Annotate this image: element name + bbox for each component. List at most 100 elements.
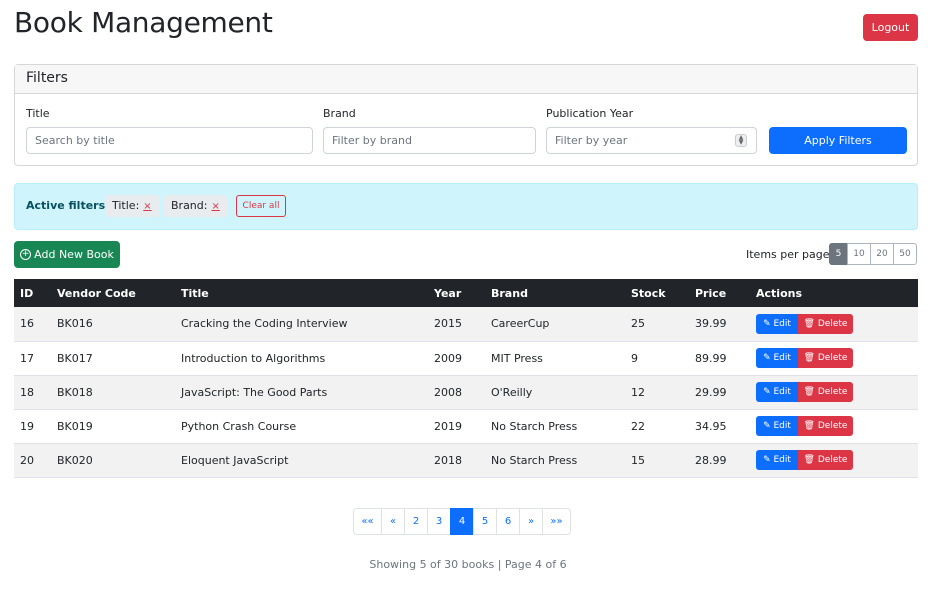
column-header[interactable]: Brand xyxy=(485,279,625,307)
page-6-button[interactable]: 6 xyxy=(496,508,520,535)
cell-price: 34.95 xyxy=(689,409,750,444)
page-3-button[interactable]: 3 xyxy=(427,508,451,535)
pencil-icon: ✎ xyxy=(763,421,771,431)
delete-button[interactable]: 🗑 Delete xyxy=(798,382,853,402)
pencil-icon: ✎ xyxy=(763,455,771,465)
delete-button[interactable]: 🗑 Delete xyxy=(798,313,853,334)
remove-brand-filter-icon[interactable]: × xyxy=(211,201,219,212)
cell-title: Python Crash Course xyxy=(175,409,428,444)
cell-actions: ✎ Edit 🗑 Delete xyxy=(750,307,918,342)
cell-title: Cracking the Coding Interview xyxy=(175,307,428,342)
edit-button[interactable]: ✎ Edit xyxy=(756,382,798,402)
delete-label: Delete xyxy=(817,318,848,329)
cell-id: 16 xyxy=(14,307,51,342)
add-new-book-button[interactable]: + Add New Book xyxy=(14,241,120,268)
cell-id: 17 xyxy=(14,341,51,376)
column-header[interactable]: ID xyxy=(14,279,51,307)
cell-price: 39.99 xyxy=(689,307,750,342)
column-header[interactable]: Year xyxy=(428,279,485,307)
edit-button[interactable]: ✎ Edit xyxy=(756,348,798,368)
table-row: 19 BK019 Python Crash Course 2019 No Sta… xyxy=(14,409,918,444)
next-page-button[interactable]: » xyxy=(519,508,543,535)
chip-label: Brand: xyxy=(171,199,208,212)
cell-stock: 22 xyxy=(625,409,689,444)
edit-label: Edit xyxy=(773,353,791,363)
clear-all-filters-button[interactable]: Clear all xyxy=(236,195,286,217)
page-size-20-button[interactable]: 20 xyxy=(870,243,894,265)
chip-label: Title: xyxy=(112,199,140,212)
edit-label: Edit xyxy=(773,455,791,465)
edit-button[interactable]: ✎ Edit xyxy=(756,450,798,470)
logout-button[interactable]: Logout xyxy=(863,14,918,41)
delete-button[interactable]: 🗑 Delete xyxy=(798,348,853,368)
cell-stock: 12 xyxy=(625,375,689,410)
pencil-icon: ✎ xyxy=(763,318,771,329)
pagination: «« « 2 3 4 5 6 » »» xyxy=(353,508,571,535)
brand-filter-input[interactable] xyxy=(323,127,536,154)
column-header[interactable]: Vendor Code xyxy=(51,279,175,307)
last-page-button[interactable]: »» xyxy=(542,508,571,535)
year-filter-label: Publication Year xyxy=(546,107,634,120)
trash-icon: 🗑 xyxy=(803,387,815,397)
page-5-button[interactable]: 5 xyxy=(473,508,497,535)
cell-brand: MIT Press xyxy=(485,341,625,376)
trash-icon: 🗑 xyxy=(803,421,815,431)
cell-year: 2008 xyxy=(428,375,485,410)
results-summary: Showing 5 of 30 books | Page 4 of 6 xyxy=(369,558,567,571)
cell-vendor-code: BK016 xyxy=(51,307,175,342)
trash-icon: 🗑 xyxy=(803,353,815,363)
items-per-page-group: 5 10 20 50 xyxy=(829,243,917,265)
delete-label: Delete xyxy=(817,353,848,363)
filters-card: Filters Title Brand Publication Year ▲▼ … xyxy=(14,64,918,166)
title-filter-input[interactable] xyxy=(26,127,313,154)
cell-id: 20 xyxy=(14,443,51,478)
cell-price: 29.99 xyxy=(689,375,750,410)
delete-button[interactable]: 🗑 Delete xyxy=(798,416,853,436)
edit-button[interactable]: ✎ Edit xyxy=(756,313,798,334)
table-row: 20 BK020 Eloquent JavaScript 2018 No Sta… xyxy=(14,443,918,478)
cell-price: 28.99 xyxy=(689,443,750,478)
cell-id: 19 xyxy=(14,409,51,444)
remove-title-filter-icon[interactable]: × xyxy=(143,201,151,212)
cell-price: 89.99 xyxy=(689,341,750,376)
filters-heading: Filters xyxy=(15,65,917,94)
cell-vendor-code: BK017 xyxy=(51,341,175,376)
cell-year: 2009 xyxy=(428,341,485,376)
cell-actions: ✎ Edit 🗑 Delete xyxy=(750,375,918,410)
cell-title: Eloquent JavaScript xyxy=(175,443,428,478)
plus-circle-icon: + xyxy=(20,249,32,260)
brand-filter-label: Brand xyxy=(323,107,356,120)
year-spinner-icon[interactable]: ▲ ▼ xyxy=(735,134,747,147)
column-header[interactable]: Price xyxy=(689,279,750,307)
edit-label: Edit xyxy=(773,387,791,397)
apply-filters-button[interactable]: Apply Filters xyxy=(769,127,907,154)
edit-button[interactable]: ✎ Edit xyxy=(756,416,798,436)
delete-button[interactable]: 🗑 Delete xyxy=(798,450,853,470)
cell-title: JavaScript: The Good Parts xyxy=(175,375,428,410)
cell-actions: ✎ Edit 🗑 Delete xyxy=(750,443,918,478)
cell-actions: ✎ Edit 🗑 Delete xyxy=(750,409,918,444)
edit-label: Edit xyxy=(773,421,791,431)
previous-page-button[interactable]: « xyxy=(381,508,405,535)
page-2-button[interactable]: 2 xyxy=(404,508,428,535)
edit-label: Edit xyxy=(773,318,791,329)
cell-vendor-code: BK018 xyxy=(51,375,175,410)
page-size-10-button[interactable]: 10 xyxy=(847,243,871,265)
column-header[interactable]: Title xyxy=(175,279,428,307)
cell-id: 18 xyxy=(14,375,51,410)
trash-icon: 🗑 xyxy=(803,318,815,329)
pencil-icon: ✎ xyxy=(763,387,771,397)
year-filter-input[interactable] xyxy=(546,127,757,154)
delete-label: Delete xyxy=(817,387,848,397)
page-size-50-button[interactable]: 50 xyxy=(893,243,917,265)
cell-actions: ✎ Edit 🗑 Delete xyxy=(750,341,918,376)
table-row: 16 BK016 Cracking the Coding Interview 2… xyxy=(14,307,918,342)
column-header[interactable]: Stock xyxy=(625,279,689,307)
table-row: 17 BK017 Introduction to Algorithms 2009… xyxy=(14,341,918,376)
page-4-button[interactable]: 4 xyxy=(450,508,474,535)
active-filters-label: Active filters: xyxy=(26,199,110,212)
page-size-5-button[interactable]: 5 xyxy=(829,243,848,265)
brand-filter-chip: Brand: × xyxy=(164,195,227,217)
cell-stock: 25 xyxy=(625,307,689,342)
first-page-button[interactable]: «« xyxy=(353,508,382,535)
